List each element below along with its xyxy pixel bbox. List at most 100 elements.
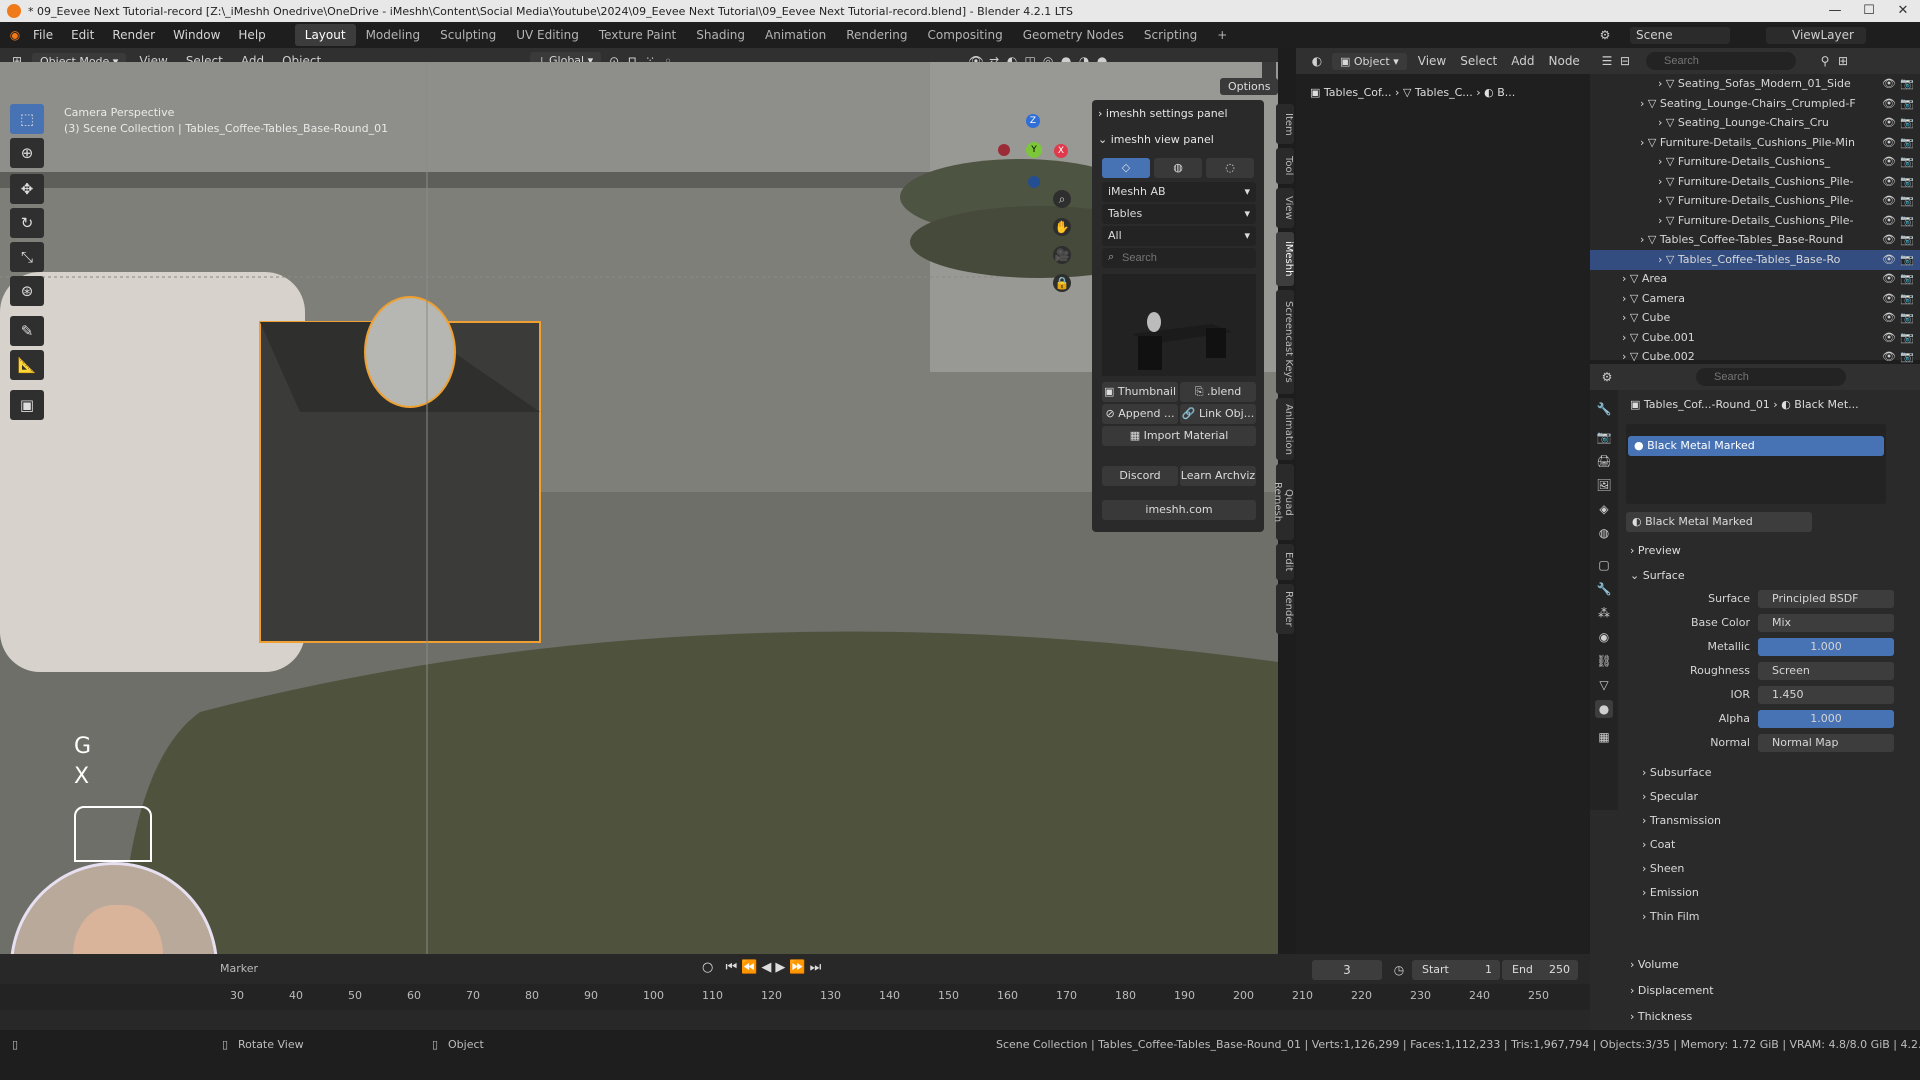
object-props-icon[interactable]: ▢ (1595, 556, 1613, 574)
node-editor-area[interactable]: ◐ ▣ Object ▾ View Select Add Node ▣ Tabl… (1296, 48, 1590, 954)
jump-start-icon[interactable]: ⏮ (725, 960, 741, 975)
visibility-eye-icon[interactable]: 👁 (1882, 74, 1896, 94)
import-material-button[interactable]: ▦ Import Material (1102, 426, 1256, 446)
visibility-eye-icon[interactable]: 👁 (1882, 230, 1896, 250)
workspace-tab-geometry-nodes[interactable]: Geometry Nodes (1013, 24, 1134, 46)
material-slot-item[interactable]: ● Black Metal Marked (1628, 436, 1884, 456)
add-workspace-button[interactable]: + (1207, 24, 1237, 46)
object-type-dropdown[interactable]: ▣ Object ▾ (1332, 52, 1407, 70)
clock-icon[interactable]: ◷ (1390, 961, 1408, 979)
visibility-eye-icon[interactable]: 👁 (1882, 191, 1896, 211)
data-props-icon[interactable]: ▽ (1595, 676, 1613, 694)
learn-archviz-button[interactable]: Learn Archviz (1180, 466, 1256, 486)
workspace-tab-uv-editing[interactable]: UV Editing (506, 24, 589, 46)
next-key-icon[interactable]: ⏩ (789, 960, 809, 975)
workspace-tab-texture-paint[interactable]: Texture Paint (589, 24, 686, 46)
asset-type-models-icon[interactable]: ◇ (1102, 158, 1150, 178)
visibility-eye-icon[interactable]: 👁 (1882, 328, 1896, 348)
render-camera-icon[interactable]: 📷 (1900, 94, 1914, 114)
render-camera-icon[interactable]: 📷 (1900, 250, 1914, 270)
tool-move-icon[interactable]: ✥ (10, 174, 44, 204)
tool-props-icon[interactable]: 🔧 (1595, 400, 1613, 418)
sidebar-tab-render[interactable]: Render (1276, 584, 1294, 634)
property-value-field[interactable]: 1.000 (1758, 638, 1894, 656)
node-menu-view[interactable]: View (1411, 54, 1453, 68)
menu-file[interactable]: File (24, 28, 62, 42)
outliner-row[interactable]: › ▽ Camera 👁 📷 (1590, 289, 1920, 309)
minimize-button[interactable]: — (1818, 0, 1852, 22)
gizmo-z-icon[interactable]: Z (1026, 114, 1040, 128)
visibility-eye-icon[interactable]: 👁 (1882, 172, 1896, 192)
visibility-eye-icon[interactable]: 👁 (1882, 308, 1896, 328)
sidebar-tab-screencast-keys[interactable]: Screencast Keys (1276, 290, 1294, 394)
workspace-tab-modeling[interactable]: Modeling (356, 24, 431, 46)
subsection-header[interactable]: › Sheen (1642, 862, 1684, 875)
breadcrumb-item-2[interactable]: B... (1497, 86, 1515, 99)
tool-add-cube-icon[interactable]: ▣ (10, 390, 44, 420)
jump-end-icon[interactable]: ⏭ (810, 960, 826, 975)
sidebar-tab-view[interactable]: View (1276, 188, 1294, 228)
menu-help[interactable]: Help (229, 28, 274, 42)
tool-measure-icon[interactable]: 📐 (10, 350, 44, 380)
end-frame-field[interactable]: End 250 (1502, 960, 1578, 980)
imeshh-search-input[interactable] (1102, 248, 1256, 268)
render-camera-icon[interactable]: 📷 (1900, 289, 1914, 309)
visibility-eye-icon[interactable]: 👁 (1882, 250, 1896, 270)
sidebar-tab-animation[interactable]: Animation (1276, 398, 1294, 460)
scene-selector[interactable]: Scene (1630, 27, 1730, 44)
display-mode-icon[interactable]: ⊟ (1616, 52, 1634, 70)
lock-view-icon[interactable]: 🔒 (1053, 274, 1071, 292)
append-button[interactable]: ⊘ Append ... (1102, 404, 1178, 424)
outliner-row[interactable]: › ▽ Furniture-Details_Cushions_Pile- 👁 📷 (1590, 172, 1920, 192)
visibility-eye-icon[interactable]: 👁 (1882, 152, 1896, 172)
render-camera-icon[interactable]: 📷 (1900, 133, 1914, 153)
discord-button[interactable]: Discord (1102, 466, 1178, 486)
asset-type-materials-icon[interactable]: ◍ (1154, 158, 1202, 178)
category-dropdown[interactable]: Tables ▾ (1102, 204, 1256, 224)
imeshh-settings-header[interactable]: › imeshh settings panel (1098, 104, 1258, 124)
tool-scale-icon[interactable]: ⤡ (10, 242, 44, 272)
workspace-tab-animation[interactable]: Animation (755, 24, 836, 46)
play-icon[interactable]: ▶ (775, 960, 789, 975)
render-camera-icon[interactable]: 📷 (1900, 328, 1914, 348)
world-props-icon[interactable]: ◍ (1595, 524, 1613, 542)
property-value-field[interactable]: Principled BSDF (1758, 590, 1894, 608)
pan-hand-icon[interactable]: ✋ (1053, 218, 1071, 236)
property-value-field[interactable]: 1.000 (1758, 710, 1894, 728)
zoom-icon[interactable]: ⌕ (1053, 190, 1071, 208)
blender-menu-icon[interactable]: ◉ (6, 26, 24, 44)
properties-type-icon[interactable]: ⚙ (1598, 368, 1616, 386)
menu-window[interactable]: Window (164, 28, 229, 42)
gizmo-y-icon[interactable]: Y (1026, 142, 1042, 158)
preview-panel-header[interactable]: › Preview (1630, 544, 1681, 557)
visibility-eye-icon[interactable]: 👁 (1882, 133, 1896, 153)
constraints-props-icon[interactable]: ⛓ (1595, 652, 1613, 670)
marker-menu[interactable]: Marker (220, 962, 258, 975)
outliner-row[interactable]: › ▽ Furniture-Details_Cushions_Pile-Min 👁… (1590, 133, 1920, 153)
visibility-eye-icon[interactable]: 👁 (1882, 94, 1896, 114)
outliner-row[interactable]: › ▽ Seating_Lounge-Chairs_Crumpled-F 👁 📷 (1590, 94, 1920, 114)
subsection-header[interactable]: › Thin Film (1642, 910, 1699, 923)
render-camera-icon[interactable]: 📷 (1900, 74, 1914, 94)
properties-search-input[interactable] (1696, 368, 1846, 386)
tool-annotate-icon[interactable]: ✎ (10, 316, 44, 346)
render-props-icon[interactable]: 📷 (1595, 428, 1613, 446)
tool-rotate-icon[interactable]: ↻ (10, 208, 44, 238)
modifier-props-icon[interactable]: 🔧 (1595, 580, 1613, 598)
workspace-tab-shading[interactable]: Shading (686, 24, 755, 46)
tool-select-box-icon[interactable]: ⬚ (10, 104, 44, 134)
node-menu-add[interactable]: Add (1504, 54, 1541, 68)
surface-panel-header[interactable]: ⌄ Surface (1630, 569, 1685, 582)
property-value-field[interactable]: 1.450 (1758, 686, 1894, 704)
new-collection-icon[interactable]: ⊞ (1834, 52, 1852, 70)
thumbnail-button[interactable]: ▣ Thumbnail (1102, 382, 1178, 402)
timeline-editor[interactable]: Marker ○ ⏮⏪◀▶⏩⏭ 3 ◷ Start 1 End 250 30 40 50… (0, 954, 1590, 1038)
prev-key-icon[interactable]: ⏪ (741, 960, 761, 975)
menu-edit[interactable]: Edit (62, 28, 103, 42)
material-name-field[interactable]: ◐ Black Metal Marked (1626, 512, 1812, 532)
render-camera-icon[interactable]: 📷 (1900, 211, 1914, 231)
section-header[interactable]: › Displacement (1630, 984, 1714, 997)
subsection-header[interactable]: › Coat (1642, 838, 1675, 851)
particles-props-icon[interactable]: ⁂ (1595, 604, 1613, 622)
render-camera-icon[interactable]: 📷 (1900, 113, 1914, 133)
